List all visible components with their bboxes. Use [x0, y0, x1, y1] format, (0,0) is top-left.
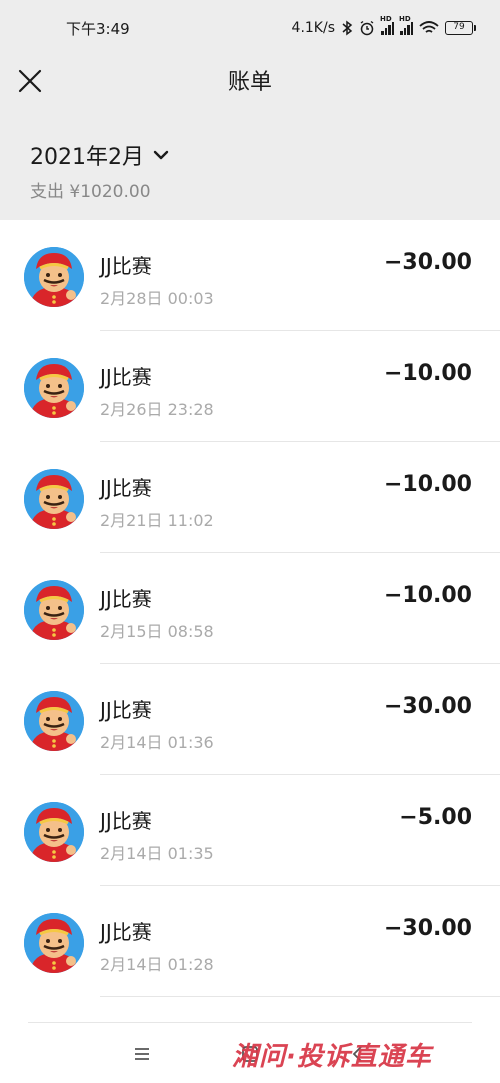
transaction-time: 2月21日 11:02 — [100, 511, 214, 530]
transaction-amount: −5.00 — [399, 805, 472, 830]
transaction-amount: −30.00 — [383, 694, 472, 719]
transaction-time: 2月14日 01:35 — [100, 844, 214, 863]
mascot-icon — [24, 358, 84, 418]
battery-icon: 79 — [445, 21, 476, 35]
chevron-down-icon — [153, 150, 169, 160]
merchant-name: JJ比赛 — [100, 476, 152, 500]
transaction-amount: −30.00 — [383, 916, 472, 941]
watermark: 湘问·投诉直通车 — [232, 1042, 432, 1072]
status-time: 下午3:49 — [66, 19, 130, 38]
transaction-time: 2月14日 01:36 — [100, 733, 214, 752]
transaction-amount: −10.00 — [383, 472, 472, 497]
battery-level: 79 — [445, 21, 473, 35]
transaction-time: 2月26日 23:28 — [100, 400, 214, 419]
merchant-name: JJ比赛 — [100, 587, 152, 611]
status-icons: 4.1K/s HD HD 79 — [291, 15, 476, 36]
merchant-avatar — [24, 358, 84, 418]
merchant-avatar — [24, 691, 84, 751]
merchant-avatar — [24, 913, 84, 973]
transaction-row[interactable]: JJ比赛 2月14日 01:35 −5.00 — [0, 775, 500, 886]
transaction-row[interactable]: JJ比赛 2月26日 23:28 −10.00 — [0, 331, 500, 442]
transaction-list: JJ比赛 2月28日 00:03 −30.00 JJ比赛 2月26日 23:28 — [0, 220, 500, 997]
merchant-name: JJ比赛 — [100, 365, 152, 389]
transaction-time: 2月15日 08:58 — [100, 622, 214, 641]
merchant-avatar — [24, 802, 84, 862]
mascot-icon — [24, 580, 84, 640]
alarm-icon — [360, 20, 374, 36]
divider — [100, 996, 500, 997]
signal-icon-1: HD — [380, 15, 394, 35]
network-speed: 4.1K/s — [291, 20, 335, 36]
signal-icon-2: HD — [399, 15, 413, 35]
month-selector[interactable]: 2021年2月 — [30, 139, 170, 171]
mascot-icon — [24, 913, 84, 973]
transaction-row[interactable]: JJ比赛 2月14日 01:28 −30.00 — [0, 886, 500, 997]
wifi-icon — [419, 21, 439, 33]
transaction-row[interactable]: JJ比赛 2月28日 00:03 −30.00 — [0, 220, 500, 331]
merchant-name: JJ比赛 — [100, 920, 152, 944]
transaction-amount: −30.00 — [383, 250, 472, 275]
transaction-row[interactable]: JJ比赛 2月21日 11:02 −10.00 — [0, 442, 500, 553]
mascot-icon — [24, 469, 84, 529]
transaction-row[interactable]: JJ比赛 2月14日 01:36 −30.00 — [0, 664, 500, 775]
mascot-icon — [24, 802, 84, 862]
merchant-name: JJ比赛 — [100, 809, 152, 833]
mascot-icon — [24, 247, 84, 307]
merchant-avatar — [24, 469, 84, 529]
nav-bar: 账单 — [0, 56, 500, 113]
transaction-row[interactable]: JJ比赛 2月15日 08:58 −10.00 — [0, 553, 500, 664]
transaction-amount: −10.00 — [383, 583, 472, 608]
bluetooth-icon — [342, 20, 353, 36]
status-bar: 下午3:49 4.1K/s HD HD 79 — [0, 0, 500, 56]
mascot-icon — [24, 691, 84, 751]
month-label: 2021年2月 — [30, 145, 144, 170]
month-header: 2021年2月 支出 ¥1020.00 — [0, 113, 500, 220]
expense-summary: 支出 ¥1020.00 — [30, 182, 151, 202]
merchant-avatar — [24, 247, 84, 307]
merchant-name: JJ比赛 — [100, 698, 152, 722]
transaction-amount: −10.00 — [383, 361, 472, 386]
transaction-time: 2月14日 01:28 — [100, 955, 214, 974]
divider — [28, 1022, 472, 1023]
merchant-avatar — [24, 580, 84, 640]
menu-icon[interactable] — [128, 1040, 156, 1068]
page-title: 账单 — [227, 70, 272, 95]
merchant-name: JJ比赛 — [100, 254, 152, 278]
transaction-time: 2月28日 00:03 — [100, 289, 214, 308]
